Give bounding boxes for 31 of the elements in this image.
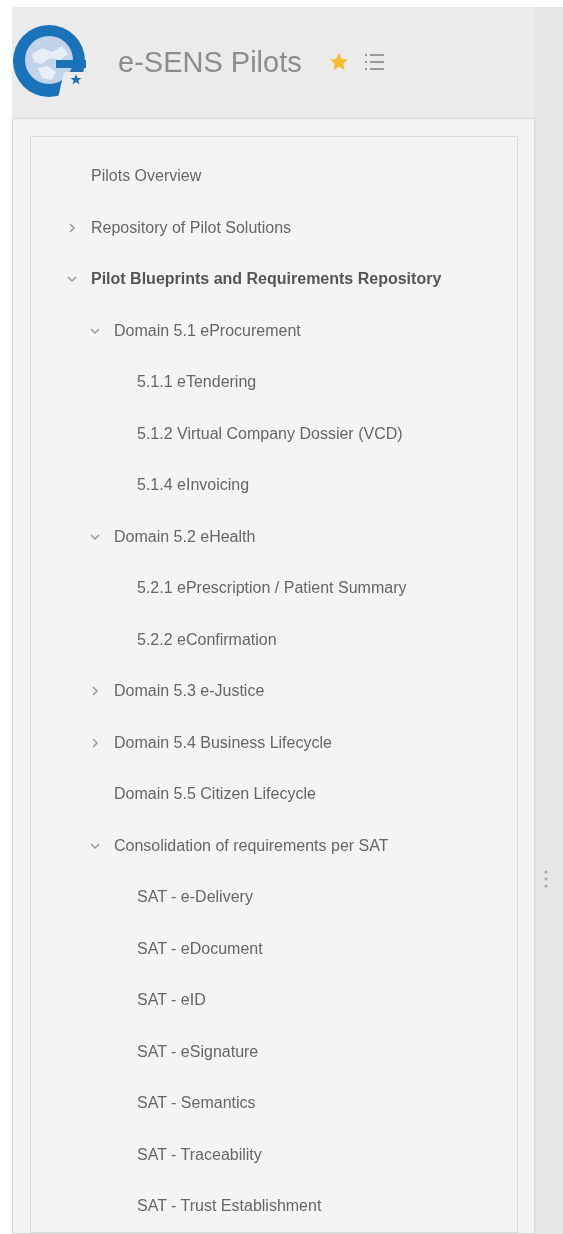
tree-item[interactable]: Domain 5.5 Citizen Lifecycle — [114, 782, 316, 807]
site-title: e-SENS Pilots — [118, 44, 302, 80]
tree-item[interactable]: SAT - Semantics — [137, 1091, 256, 1116]
tree-item[interactable]: 5.2.1 ePrescription / Patient Summary — [137, 576, 407, 601]
tree-item[interactable]: Domain 5.2 eHealth — [114, 524, 256, 549]
tree-item[interactable]: Domain 5.4 Business Lifecycle — [114, 730, 332, 755]
tree-item[interactable]: Repository of Pilot Solutions — [91, 215, 292, 240]
tree-item[interactable]: SAT - eSignature — [137, 1039, 259, 1064]
tree-item[interactable]: Consolidation of requirements per SAT — [114, 833, 389, 858]
tree-item[interactable]: 5.1.4 eInvoicing — [137, 473, 250, 498]
chevron-down-icon[interactable] — [67, 274, 77, 285]
tree-item[interactable]: SAT - eID — [137, 988, 206, 1013]
list-icon[interactable] — [364, 53, 385, 72]
chevron-down-icon[interactable] — [90, 840, 100, 851]
chevron-down-icon[interactable] — [90, 325, 100, 336]
chevron-right-icon[interactable] — [90, 737, 100, 748]
tree-item[interactable]: 5.1.2 Virtual Company Dossier (VCD) — [137, 421, 403, 446]
tree-item[interactable]: Pilots Overview — [91, 164, 202, 189]
chevron-down-icon[interactable] — [90, 531, 100, 542]
tree-item[interactable]: SAT - Trust Establishment — [137, 1194, 322, 1219]
tree-item[interactable]: 5.2.2 eConfirmation — [137, 627, 277, 652]
tree-item[interactable]: Domain 5.3 e-Justice — [114, 679, 265, 704]
tree-item[interactable]: SAT - eDocument — [137, 936, 263, 961]
tree-item[interactable]: Pilot Blueprints and Requirements Repository — [91, 267, 442, 292]
drag-handle-icon[interactable] — [544, 870, 548, 888]
tree-item[interactable]: Domain 5.1 eProcurement — [114, 318, 301, 343]
tree-item[interactable]: SAT - e-Delivery — [137, 885, 253, 910]
chevron-right-icon[interactable] — [67, 222, 77, 233]
tree-item[interactable]: SAT - Traceability — [137, 1142, 262, 1167]
tree-item[interactable]: 5.1.1 eTendering — [137, 370, 257, 395]
chevron-right-icon[interactable] — [90, 686, 100, 697]
